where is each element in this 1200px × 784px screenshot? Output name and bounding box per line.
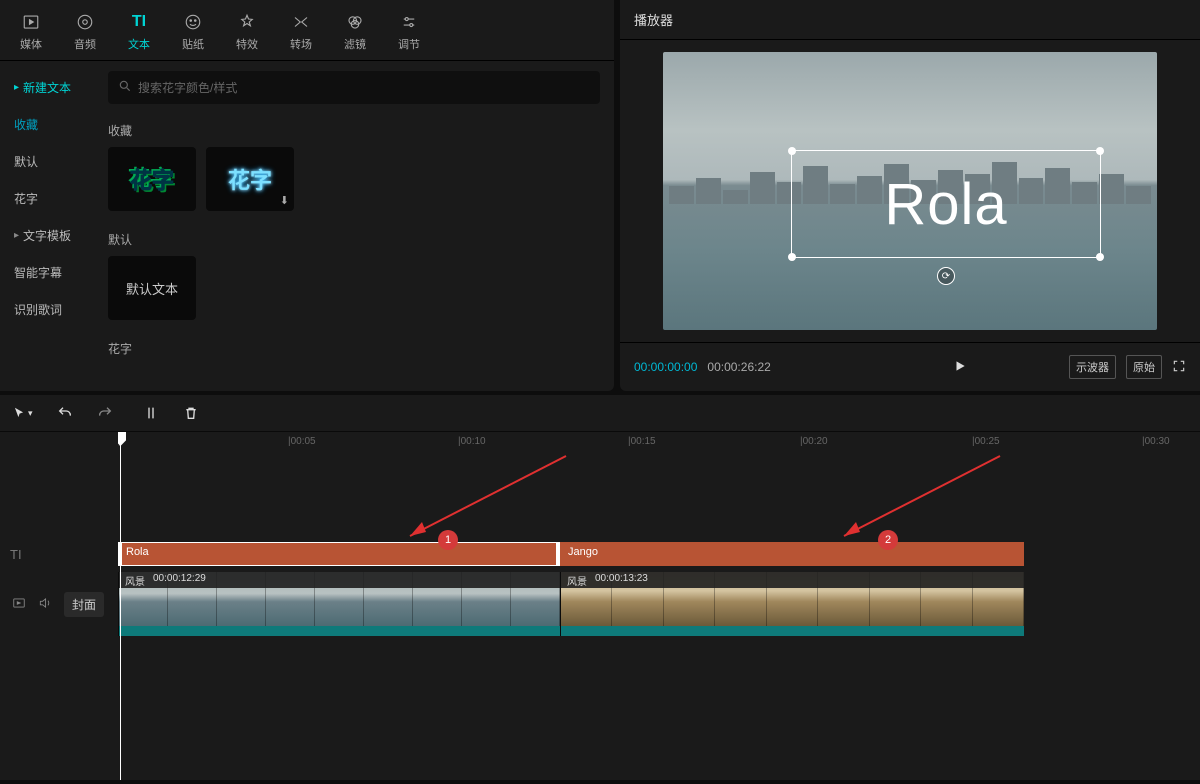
preview-text-overlay[interactable]: Rola	[884, 171, 1007, 238]
resize-handle-tl[interactable]	[788, 147, 796, 155]
text-clip-1[interactable]: Rola	[118, 542, 560, 566]
sidebar-recognize-lyrics[interactable]: 识别歌词	[0, 291, 94, 328]
timeline-toolbar: ▾	[0, 395, 1200, 432]
timeline-tracks-area[interactable]: | |00:05 |00:10 |00:15 |00:20 |00:25 |00…	[118, 432, 1200, 780]
oscilloscope-button[interactable]: 示波器	[1069, 355, 1116, 379]
player-controls: 00:00:00:00 00:00:26:22 示波器 原始	[620, 342, 1200, 391]
lock-icon[interactable]	[12, 596, 26, 613]
sidebar-huazi[interactable]: 花字	[0, 180, 94, 217]
tab-effects[interactable]: 特效	[220, 8, 274, 56]
time-current: 00:00:00:00	[634, 360, 697, 374]
search-icon	[118, 79, 132, 96]
text-track: Rola Jango	[118, 542, 1200, 566]
text-selection-box[interactable]: ⟳ Rola	[791, 150, 1101, 258]
resize-handle-tr[interactable]	[1096, 147, 1104, 155]
original-button[interactable]: 原始	[1126, 355, 1162, 379]
resize-handle-br[interactable]	[1096, 253, 1104, 261]
player-viewport[interactable]: ⟳ Rola	[620, 40, 1200, 342]
tab-media[interactable]: 媒体	[4, 8, 58, 56]
video-clip-2[interactable]: 风景00:00:13:23	[560, 572, 1024, 636]
pointer-tool[interactable]: ▾	[12, 406, 33, 420]
fullscreen-button[interactable]	[1172, 359, 1186, 376]
sidebar-new-text[interactable]: ▸新建文本	[0, 69, 94, 106]
preview-frame: ⟳ Rola	[663, 52, 1157, 330]
delete-button[interactable]	[183, 405, 199, 421]
text-content-panel: 搜索花字颜色/样式 收藏 花字 花字⬇ 默认 默认文本 花字	[94, 61, 614, 391]
fav-section-label: 收藏	[108, 122, 600, 139]
default-section-label: 默认	[108, 231, 600, 248]
playhead[interactable]	[120, 432, 121, 780]
text-icon: TI	[129, 12, 149, 32]
huazi-section-label: 花字	[108, 340, 600, 357]
search-input[interactable]: 搜索花字颜色/样式	[108, 71, 600, 104]
sidebar-text-template[interactable]: ▸文字模板	[0, 217, 94, 254]
play-button[interactable]	[873, 359, 967, 376]
sidebar-favorites[interactable]: 收藏	[0, 106, 94, 143]
video-clip-1[interactable]: 风景00:00:12:29	[118, 572, 560, 636]
tab-sticker[interactable]: 贴纸	[166, 8, 220, 56]
time-ruler[interactable]: | |00:05 |00:10 |00:15 |00:20 |00:25 |00…	[118, 432, 1200, 454]
track-headers: TI 封面	[0, 432, 118, 780]
undo-button[interactable]	[57, 405, 73, 421]
tab-text[interactable]: TI 文本	[112, 8, 166, 56]
mute-icon[interactable]	[38, 596, 52, 613]
split-tool[interactable]	[143, 405, 159, 421]
text-track-label: TI	[0, 542, 118, 566]
redo-button[interactable]	[97, 405, 113, 421]
player-title: 播放器	[620, 0, 1200, 40]
text-clip-2[interactable]: Jango	[560, 542, 1024, 566]
download-icon: ⬇	[280, 194, 289, 207]
tab-transition[interactable]: 转场	[274, 8, 328, 56]
huazi-preset-2[interactable]: 花字⬇	[206, 147, 294, 211]
rotate-handle[interactable]: ⟳	[937, 267, 955, 285]
huazi-preset-1[interactable]: 花字	[108, 147, 196, 211]
tab-audio[interactable]: 音频	[58, 8, 112, 56]
cover-button[interactable]: 封面	[64, 592, 104, 617]
default-text-preset[interactable]: 默认文本	[108, 256, 196, 320]
audio-icon	[75, 12, 95, 32]
tab-filter[interactable]: 滤镜	[328, 8, 382, 56]
adjust-icon	[399, 12, 419, 32]
media-icon	[21, 12, 41, 32]
resize-handle-bl[interactable]	[788, 253, 796, 261]
video-track: 风景00:00:12:29 风景00:00:13:23	[118, 572, 1200, 636]
effects-icon	[237, 12, 257, 32]
time-duration: 00:00:26:22	[707, 360, 770, 374]
sticker-icon	[183, 12, 203, 32]
search-placeholder: 搜索花字颜色/样式	[138, 79, 237, 96]
sidebar-smart-subtitle[interactable]: 智能字幕	[0, 254, 94, 291]
text-sidebar: ▸新建文本 收藏 默认 花字 ▸文字模板 智能字幕 识别歌词	[0, 61, 94, 391]
transition-icon	[291, 12, 311, 32]
top-tabs: 媒体 音频 TI 文本 贴纸 特效 转场	[0, 0, 614, 61]
sidebar-default[interactable]: 默认	[0, 143, 94, 180]
filter-icon	[345, 12, 365, 32]
tab-adjust[interactable]: 调节	[382, 8, 436, 56]
